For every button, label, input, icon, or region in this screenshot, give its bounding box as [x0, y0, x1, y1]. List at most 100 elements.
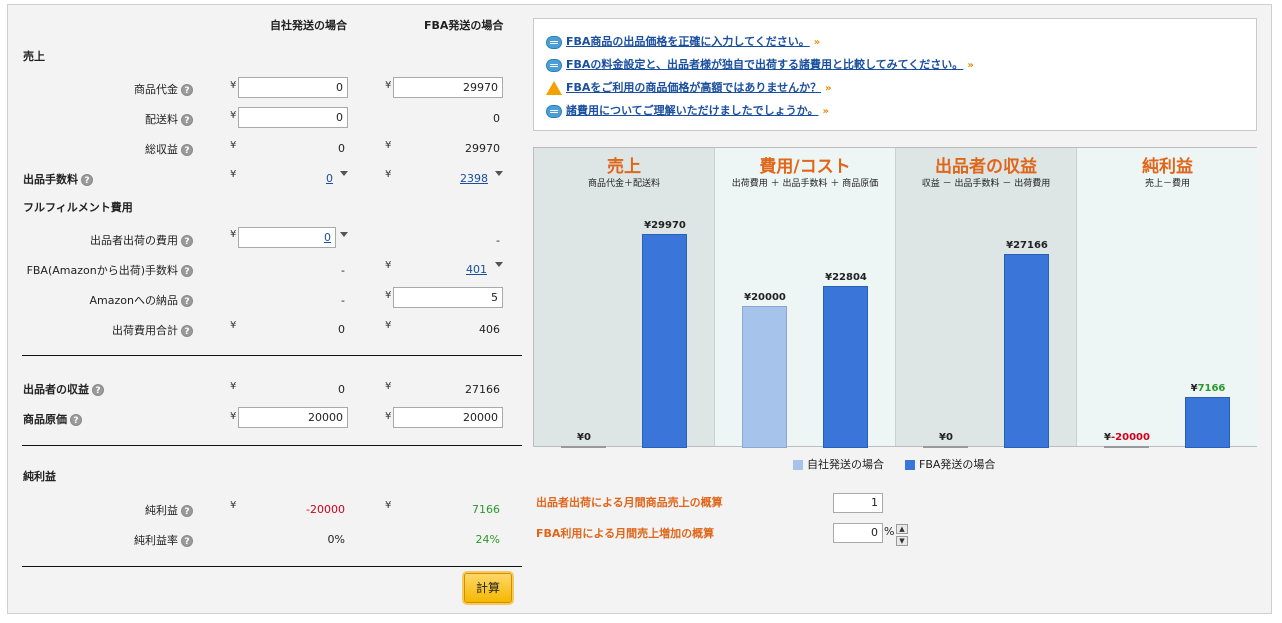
notice-link[interactable]: FBAをご利用の商品価格が高額ではありませんか？	[566, 81, 821, 94]
chart-panel-subtitle: 出荷費用 ＋ 出品手数料 ＋ 商品原価	[731, 179, 879, 189]
dropdown-arrow-icon[interactable]	[340, 171, 348, 176]
currency-symbol: ¥	[230, 381, 237, 392]
monthly-sales-input[interactable]: 1	[833, 493, 883, 513]
currency-symbol: ¥	[230, 169, 237, 180]
seller-profit-label: 出品者の収益?	[23, 381, 104, 397]
chart-panel: 売上 商品代金＋配送料 ¥0 ¥29970	[534, 148, 715, 448]
help-icon[interactable]: ?	[181, 84, 193, 96]
fba-increase-input[interactable]: 0	[833, 523, 883, 543]
currency-symbol: ¥	[1190, 382, 1198, 394]
divider	[22, 355, 522, 356]
help-icon[interactable]: ?	[181, 114, 193, 126]
chevron-down-icon[interactable]: »	[825, 83, 831, 94]
chart-panel-title: 売上	[607, 157, 641, 177]
currency-symbol: ¥	[385, 411, 392, 422]
chevron-down-icon[interactable]: »	[822, 106, 828, 117]
currency-symbol: ¥	[385, 140, 392, 151]
bar-self	[923, 446, 968, 448]
bar-self-label: ¥0	[939, 432, 953, 443]
bar-fba	[642, 234, 687, 448]
comparison-chart: 売上 商品代金＋配送料 ¥0 ¥29970 費用/コスト 出荷費用 ＋ 出品手数料 ＋ 商…	[533, 147, 1258, 448]
help-icon[interactable]: ?	[92, 384, 104, 396]
help-icon[interactable]: ?	[81, 174, 93, 186]
seller-profit-fba-value: 27166	[465, 383, 500, 396]
bar-self-label: ¥-20000	[1087, 432, 1167, 443]
amazon-inbound-fba-input[interactable]: 5	[393, 287, 503, 308]
dropdown-arrow-icon[interactable]	[340, 232, 348, 237]
chart-panel: 出品者の収益 収益 － 出品手数料 － 出荷費用 ¥0 ¥27166	[896, 148, 1077, 448]
legend-swatch	[793, 460, 803, 470]
chart-panel-title: 純利益	[1142, 157, 1193, 177]
notice-item[interactable]: 諸費用についてご理解いただけましたでしょうか。 »	[546, 102, 829, 120]
currency-symbol: ¥	[385, 80, 392, 91]
section-fulfillment: フルフィルメント費用	[23, 201, 133, 214]
chevron-down-icon[interactable]: »	[814, 37, 820, 48]
currency-symbol: ¥	[385, 320, 392, 331]
currency-symbol: ¥	[230, 80, 237, 91]
percent-sign: %	[884, 525, 895, 538]
notice-item[interactable]: FBAをご利用の商品価格が高額ではありませんか？ »	[546, 79, 832, 97]
dropdown-arrow-icon[interactable]	[495, 262, 503, 267]
calculate-button[interactable]: 計算	[464, 573, 512, 603]
bar-fba	[823, 285, 868, 448]
currency-symbol: ¥	[230, 320, 237, 331]
seller-ship-cost-input[interactable]: 0	[238, 227, 336, 248]
total-revenue-label: 総収益?	[23, 141, 193, 157]
dropdown-arrow-icon[interactable]	[495, 171, 503, 176]
amazon-inbound-self-value: -	[341, 294, 345, 307]
currency-symbol: ¥	[385, 169, 392, 180]
help-icon[interactable]: ?	[181, 265, 193, 277]
currency-symbol: ¥	[385, 290, 392, 301]
ship-total-label: 出荷費用合計?	[23, 322, 193, 338]
notice-link[interactable]: FBAの料金設定と、出品者様が独自で出荷する諸費用と比較してみてください。	[566, 58, 963, 71]
shipping-self-input[interactable]: 0	[238, 107, 348, 128]
column-header-self: 自社発送の場合	[270, 19, 347, 32]
currency-symbol: ¥	[1104, 432, 1111, 443]
notice-link[interactable]: 諸費用についてご理解いただけましたでしょうか。	[566, 104, 818, 117]
seller-ship-cost-self-link[interactable]: 0	[324, 231, 331, 244]
monthly-sales-label: 出品者出荷による月間商品売上の概算	[536, 496, 723, 509]
listing-fee-self-link[interactable]: 0	[326, 172, 333, 185]
notice-item[interactable]: FBA商品の出品価格を正確に入力してください。 »	[546, 33, 820, 51]
negative-value: -20000	[1111, 432, 1150, 443]
chart-panel-subtitle: 商品代金＋配送料	[587, 179, 660, 189]
spin-up-icon[interactable]: ▲	[896, 524, 908, 534]
help-icon[interactable]: ?	[181, 295, 193, 307]
ship-total-fba-value: 406	[479, 323, 500, 336]
help-icon[interactable]: ?	[181, 505, 193, 517]
currency-symbol: ¥	[385, 500, 392, 511]
help-icon[interactable]: ?	[181, 325, 193, 337]
fba-fee-label: FBA(Amazonから出荷)手数料?	[23, 262, 193, 278]
help-icon[interactable]: ?	[181, 235, 193, 247]
item-price-self-input[interactable]: 0	[238, 77, 348, 98]
fba-increase-label: FBA利用による月間売上増加の概算	[536, 527, 715, 540]
item-price-label: 商品代金?	[23, 81, 193, 97]
notice-item[interactable]: FBAの料金設定と、出品者様が独自で出荷する諸費用と比較してみてください。 »	[546, 56, 974, 74]
bar-fba-label: ¥27166	[1006, 240, 1048, 252]
notice-link[interactable]: FBA商品の出品価格を正確に入力してください。	[566, 35, 810, 48]
bar-self	[1104, 446, 1149, 448]
help-icon[interactable]: ?	[181, 144, 193, 156]
section-net-profit: 純利益	[23, 470, 56, 483]
listing-fee-fba-link[interactable]: 2398	[460, 172, 488, 185]
cost-of-goods-self-input[interactable]: 20000	[238, 407, 348, 428]
net-profit-fba-value: 7166	[472, 503, 500, 516]
chart-panel-subtitle: 売上－費用	[1144, 179, 1190, 189]
notice-box: FBA商品の出品価格を正確に入力してください。 » FBAの料金設定と、出品者様が…	[533, 18, 1257, 131]
ship-total-self-value: 0	[338, 323, 345, 336]
fba-fee-fba-link[interactable]: 401	[466, 263, 487, 276]
legend-self: 自社発送の場合	[793, 456, 884, 472]
chart-panel: 純利益 売上－費用 ¥-20000 ¥7166	[1077, 148, 1258, 448]
help-icon[interactable]: ?	[181, 535, 193, 547]
currency-symbol: ¥	[230, 110, 237, 121]
spin-down-icon[interactable]: ▼	[896, 536, 908, 546]
bar-fba-label: ¥29970	[644, 220, 686, 232]
help-icon[interactable]: ?	[70, 414, 82, 426]
chevron-down-icon[interactable]: »	[967, 60, 973, 71]
currency-symbol: ¥	[230, 229, 237, 240]
currency-symbol: ¥	[230, 411, 237, 422]
item-price-fba-input[interactable]: 29970	[393, 77, 503, 98]
legend-fba: FBA発送の場合	[905, 456, 995, 472]
cost-of-goods-fba-input[interactable]: 20000	[393, 407, 503, 428]
listing-fee-label: 出品手数料?	[23, 171, 93, 187]
